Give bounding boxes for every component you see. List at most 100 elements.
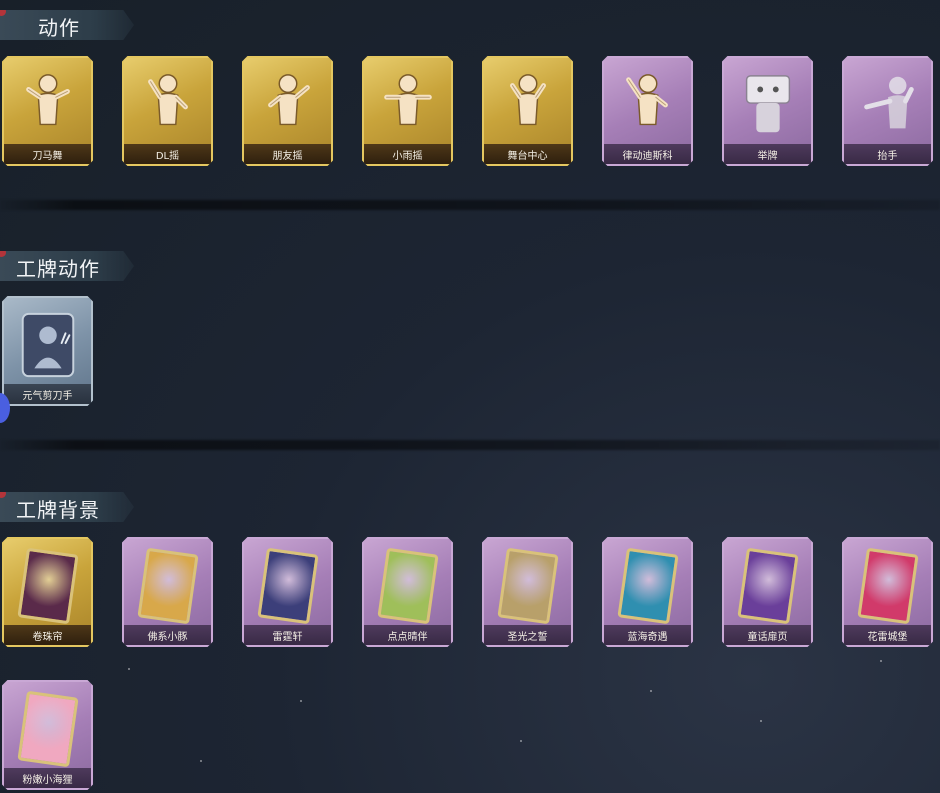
card-label-bar: 花雷城堡 (844, 625, 931, 645)
card-label: 抬手 (877, 150, 898, 162)
badge-background-preview (372, 547, 443, 625)
sparkle-decoration (520, 740, 522, 742)
collection-card[interactable]: 粉嫩小海狸 (2, 680, 93, 790)
card-label: 朋友摇 (272, 150, 303, 162)
raise-hand-icon (852, 66, 923, 144)
sparkle-decoration (128, 668, 130, 670)
wave-pose-icon (252, 66, 323, 144)
collection-card[interactable]: 刀马舞 (2, 56, 93, 166)
section-divider (0, 200, 940, 210)
collection-card[interactable]: 蓝海奇遇 (602, 537, 693, 647)
collection-card[interactable]: 花雷城堡 (842, 537, 933, 647)
collection-card[interactable]: 舞台中心 (482, 56, 573, 166)
card-label: 粉嫩小海狸 (22, 774, 73, 786)
collection-card[interactable]: 律动迪斯科 (602, 56, 693, 166)
header-ornament-icon (0, 251, 6, 257)
collection-card[interactable]: DL摇 (122, 56, 213, 166)
card-label: 刀马舞 (32, 150, 63, 162)
badge-background-preview (612, 547, 683, 625)
header-ornament-icon (0, 492, 6, 498)
sparkle-decoration (650, 690, 652, 692)
collection-card[interactable]: 抬手 (842, 56, 933, 166)
sparkle-decoration (200, 760, 202, 762)
collection-card[interactable]: 佛系小豚 (122, 537, 213, 647)
card-label: 小雨摇 (392, 150, 423, 162)
sparkle-decoration (760, 720, 762, 722)
card-label-bar: DL摇 (124, 144, 211, 164)
badge-background-preview (252, 547, 323, 625)
card-label: 舞台中心 (507, 150, 548, 162)
card-label: 圣光之誓 (507, 631, 548, 643)
badge-background-preview (12, 690, 83, 768)
collection-card[interactable]: 点点晴伴 (362, 537, 453, 647)
card-label: 蓝海奇遇 (627, 631, 668, 643)
section-header-actions: 动作 (0, 10, 134, 40)
sparkle-decoration (300, 700, 302, 702)
card-label: 佛系小豚 (147, 631, 188, 643)
card-label-bar: 舞台中心 (484, 144, 571, 164)
card-label-bar: 朋友摇 (244, 144, 331, 164)
collection-page: 动作 刀马舞 DL摇 朋友摇 小雨摇 舞台中心 律动迪斯科 举牌 抬手 工牌动作… (0, 0, 940, 793)
section-title: 工牌背景 (16, 498, 100, 522)
card-label: DL摇 (155, 150, 180, 162)
poster-thumbnail (856, 547, 919, 625)
hold-sign-icon (732, 66, 803, 144)
poster-thumbnail (16, 690, 79, 768)
badge-background-preview (852, 547, 923, 625)
collection-card[interactable]: 童话扉页 (722, 537, 813, 647)
collection-card[interactable]: 圣光之誓 (482, 537, 573, 647)
card-label-bar: 点点晴伴 (364, 625, 451, 645)
card-label-bar: 蓝海奇遇 (604, 625, 691, 645)
badge-background-preview (132, 547, 203, 625)
section-divider (0, 440, 940, 450)
collection-card[interactable]: 雷霆轩 (242, 537, 333, 647)
section-header-badge-backgrounds: 工牌背景 (0, 492, 134, 522)
badge-background-preview (12, 547, 83, 625)
collection-card[interactable]: 朋友摇 (242, 56, 333, 166)
dance-pose-icon (12, 66, 83, 144)
collection-card[interactable]: 举牌 (722, 56, 813, 166)
music-dance-icon (132, 66, 203, 144)
card-label: 童话扉页 (747, 631, 788, 643)
section-title: 动作 (38, 16, 80, 40)
card-label-bar: 刀马舞 (4, 144, 91, 164)
card-label-bar: 卷珠帘 (4, 625, 91, 645)
card-label-bar: 举牌 (724, 144, 811, 164)
poster-thumbnail (376, 547, 439, 625)
card-label-bar: 抬手 (844, 144, 931, 164)
badge-background-preview (732, 547, 803, 625)
poster-thumbnail (736, 547, 799, 625)
disco-pose-icon (612, 66, 683, 144)
card-label-bar: 粉嫩小海狸 (4, 768, 91, 788)
card-label: 卷珠帘 (32, 631, 63, 643)
poster-thumbnail (136, 547, 199, 625)
collection-card[interactable]: 小雨摇 (362, 56, 453, 166)
card-label: 律动迪斯科 (622, 150, 673, 162)
poster-thumbnail (16, 547, 79, 625)
card-label: 花雷城堡 (867, 631, 908, 643)
badge-background-preview (492, 547, 563, 625)
collection-card[interactable]: 卷珠帘 (2, 537, 93, 647)
section-header-badge-actions: 工牌动作 (0, 251, 134, 281)
card-label-bar: 小雨摇 (364, 144, 451, 164)
card-label-bar: 雷霆轩 (244, 625, 331, 645)
section-title: 工牌动作 (16, 257, 100, 281)
spotlight-pose-icon (492, 66, 563, 144)
card-label: 雷霆轩 (272, 631, 303, 643)
card-label-bar: 佛系小豚 (124, 625, 211, 645)
card-label-bar: 圣光之誓 (484, 625, 571, 645)
sparkle-decoration (880, 660, 882, 662)
peace-sign-card-icon (12, 306, 83, 384)
poster-thumbnail (496, 547, 559, 625)
card-label: 元气剪刀手 (22, 390, 73, 402)
card-label-bar: 元气剪刀手 (4, 384, 91, 404)
header-ornament-icon (0, 10, 6, 16)
card-label-bar: 律动迪斯科 (604, 144, 691, 164)
poster-thumbnail (616, 547, 679, 625)
collection-card[interactable]: 元气剪刀手 (2, 296, 93, 406)
poster-thumbnail (256, 547, 319, 625)
sway-pose-icon (372, 66, 443, 144)
card-label: 点点晴伴 (387, 631, 428, 643)
card-label: 举牌 (757, 150, 778, 162)
card-label-bar: 童话扉页 (724, 625, 811, 645)
